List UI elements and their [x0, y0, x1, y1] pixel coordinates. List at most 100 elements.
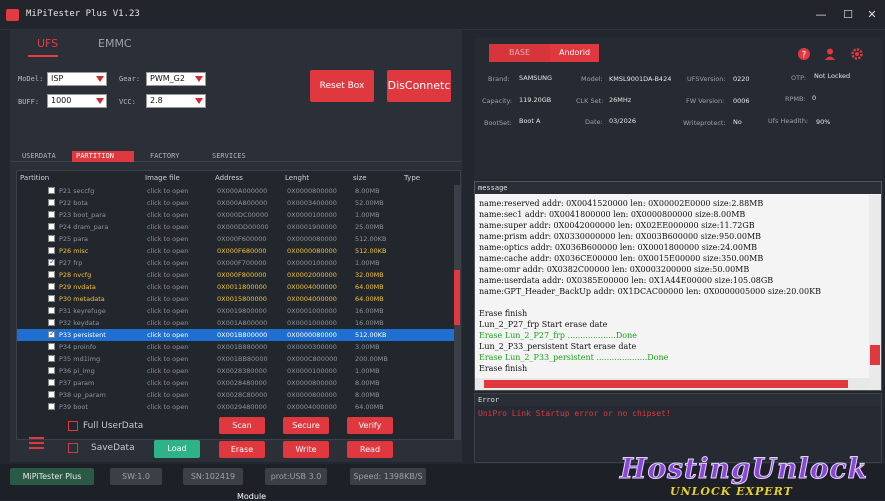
tab-factory[interactable]: FACTORY: [146, 151, 184, 162]
row-checkbox[interactable]: [48, 235, 55, 242]
load-button[interactable]: Load: [154, 440, 200, 458]
row-checkbox[interactable]: [48, 295, 55, 302]
row-checkbox[interactable]: [48, 379, 55, 386]
image-file[interactable]: click to open: [147, 223, 188, 231]
image-file[interactable]: click to open: [147, 355, 188, 363]
tab-services[interactable]: SERVICES: [208, 151, 250, 162]
image-file[interactable]: click to open: [147, 211, 188, 219]
model-info-label: Model:: [581, 75, 603, 83]
row-checkbox[interactable]: [48, 329, 56, 338]
image-file[interactable]: click to open: [147, 331, 188, 339]
table-row[interactable]: P28 nvcfg click to open 0X000F800000 0X0002…: [17, 269, 460, 281]
writeprotect-label: Writeprotect:: [683, 119, 726, 127]
table-row[interactable]: P27 frp click to open 0X000F700000 0X000010…: [17, 257, 460, 269]
row-checkbox[interactable]: [48, 307, 55, 314]
scroll-thumb[interactable]: [454, 270, 460, 325]
row-checkbox[interactable]: [48, 343, 55, 350]
table-row[interactable]: P22 bota click to open 0X000A800000 0X00034…: [17, 197, 460, 209]
minimize-icon[interactable]: —: [814, 8, 828, 22]
row-checkbox[interactable]: [48, 257, 56, 266]
row-checkbox[interactable]: [48, 283, 55, 290]
table-row[interactable]: P33 persistent click to open 0X001B800000 0…: [17, 329, 460, 341]
log-vscroll[interactable]: [869, 195, 881, 390]
row-checkbox[interactable]: [48, 367, 55, 374]
row-checkbox[interactable]: [48, 319, 55, 326]
table-row[interactable]: P30 metadata click to open 0X0015800000 0X0…: [17, 293, 460, 305]
table-row[interactable]: P26 misc click to open 0X000F680000 0X00000…: [17, 245, 460, 257]
maximize-icon[interactable]: ☐: [841, 8, 855, 22]
table-row[interactable]: P39 boot click to open 0X0029480000 0X00040…: [17, 401, 460, 413]
gear-value: PWM_G2: [150, 74, 185, 83]
buff-select[interactable]: 1000: [47, 94, 107, 108]
image-file[interactable]: click to open: [147, 199, 188, 207]
vcc-select[interactable]: 2.8: [146, 94, 206, 108]
gear-icon[interactable]: [851, 48, 863, 60]
log-hscroll-thumb[interactable]: [484, 380, 848, 388]
address: 0X000F700000: [217, 259, 267, 267]
image-file[interactable]: click to open: [147, 319, 188, 327]
image-file[interactable]: click to open: [147, 247, 188, 255]
erase-button[interactable]: Erase: [219, 441, 265, 458]
table-row[interactable]: P21 seccfg click to open 0X000A000000 0X000…: [17, 185, 460, 197]
tab-ufs[interactable]: UFS: [37, 37, 58, 50]
image-file[interactable]: click to open: [147, 391, 188, 399]
write-button[interactable]: Write: [283, 441, 329, 458]
row-checkbox[interactable]: [48, 391, 55, 398]
table-row[interactable]: P31 keyrefuge click to open 0X0019800000 0X…: [17, 305, 460, 317]
image-file[interactable]: click to open: [147, 295, 188, 303]
secure-button[interactable]: Secure: [283, 417, 329, 434]
image-file[interactable]: click to open: [147, 259, 188, 267]
length: 0X0000080000: [287, 235, 337, 243]
row-checkbox[interactable]: [48, 271, 55, 278]
table-row[interactable]: P23 boot_para click to open 0X000DC00000 0X…: [17, 209, 460, 221]
table-row[interactable]: P36 pi_img click to open 0X0028380000 0X000…: [17, 365, 460, 377]
table-row[interactable]: P38 up_param click to open 0X0028C80000 0X0…: [17, 389, 460, 401]
user-settings-icon[interactable]: [825, 48, 837, 60]
table-row[interactable]: P34 proinfo click to open 0X001B880000 0X00…: [17, 341, 460, 353]
scan-button[interactable]: Scan: [219, 417, 265, 434]
row-checkbox[interactable]: [48, 403, 55, 410]
col-partition: Partition: [20, 174, 50, 182]
log-hscroll[interactable]: [475, 378, 869, 390]
tab-partition[interactable]: PARTITION: [72, 151, 134, 162]
row-checkbox[interactable]: [48, 223, 55, 230]
reset-box-button[interactable]: Reset Box: [310, 70, 374, 102]
table-row[interactable]: P25 para click to open 0X000F600000 0X00000…: [17, 233, 460, 245]
row-checkbox[interactable]: [48, 355, 55, 362]
table-row[interactable]: P29 nvdata click to open 0X0011800000 0X000…: [17, 281, 460, 293]
row-checkbox[interactable]: [48, 211, 55, 218]
row-checkbox[interactable]: [48, 199, 55, 206]
close-icon[interactable]: ✕: [865, 8, 879, 22]
table-row[interactable]: P24 dram_para click to open 0X000DD00000 0X…: [17, 221, 460, 233]
disconnect-button[interactable]: DisConnetc: [387, 70, 451, 102]
full-userdata-checkbox[interactable]: [68, 421, 78, 431]
image-file[interactable]: click to open: [147, 367, 188, 375]
image-file[interactable]: click to open: [147, 271, 188, 279]
gear-select[interactable]: PWM_G2: [146, 72, 206, 86]
image-file[interactable]: click to open: [147, 283, 188, 291]
help-icon[interactable]: ?: [798, 48, 810, 60]
tab-emmc[interactable]: EMMC: [98, 37, 132, 50]
savedata-checkbox[interactable]: [68, 443, 78, 453]
gear-label: Gear:: [119, 75, 141, 83]
row-checkbox[interactable]: [48, 247, 55, 254]
table-scrollbar[interactable]: [454, 185, 460, 439]
menu-icon[interactable]: [29, 437, 44, 449]
image-file[interactable]: click to open: [147, 187, 188, 195]
table-row[interactable]: P35 md1img click to open 0X001BB80000 0X000…: [17, 353, 460, 365]
read-button[interactable]: Read: [347, 441, 393, 458]
tab-userdata[interactable]: USERDATA: [18, 151, 60, 162]
log-vscroll-thumb[interactable]: [870, 345, 880, 365]
image-file[interactable]: click to open: [147, 379, 188, 387]
row-checkbox[interactable]: [48, 187, 55, 194]
table-row[interactable]: P32 keydata click to open 0X001A800000 0X00…: [17, 317, 460, 329]
tab-android[interactable]: Andorid: [550, 44, 599, 62]
image-file[interactable]: click to open: [147, 307, 188, 315]
table-row[interactable]: P37 param click to open 0X0028480000 0X0000…: [17, 377, 460, 389]
image-file[interactable]: click to open: [147, 235, 188, 243]
image-file[interactable]: click to open: [147, 403, 188, 411]
image-file[interactable]: click to open: [147, 343, 188, 351]
model-select[interactable]: ISP: [47, 72, 107, 86]
verify-button[interactable]: Verify: [347, 417, 393, 434]
tab-base[interactable]: BASE: [489, 44, 550, 62]
